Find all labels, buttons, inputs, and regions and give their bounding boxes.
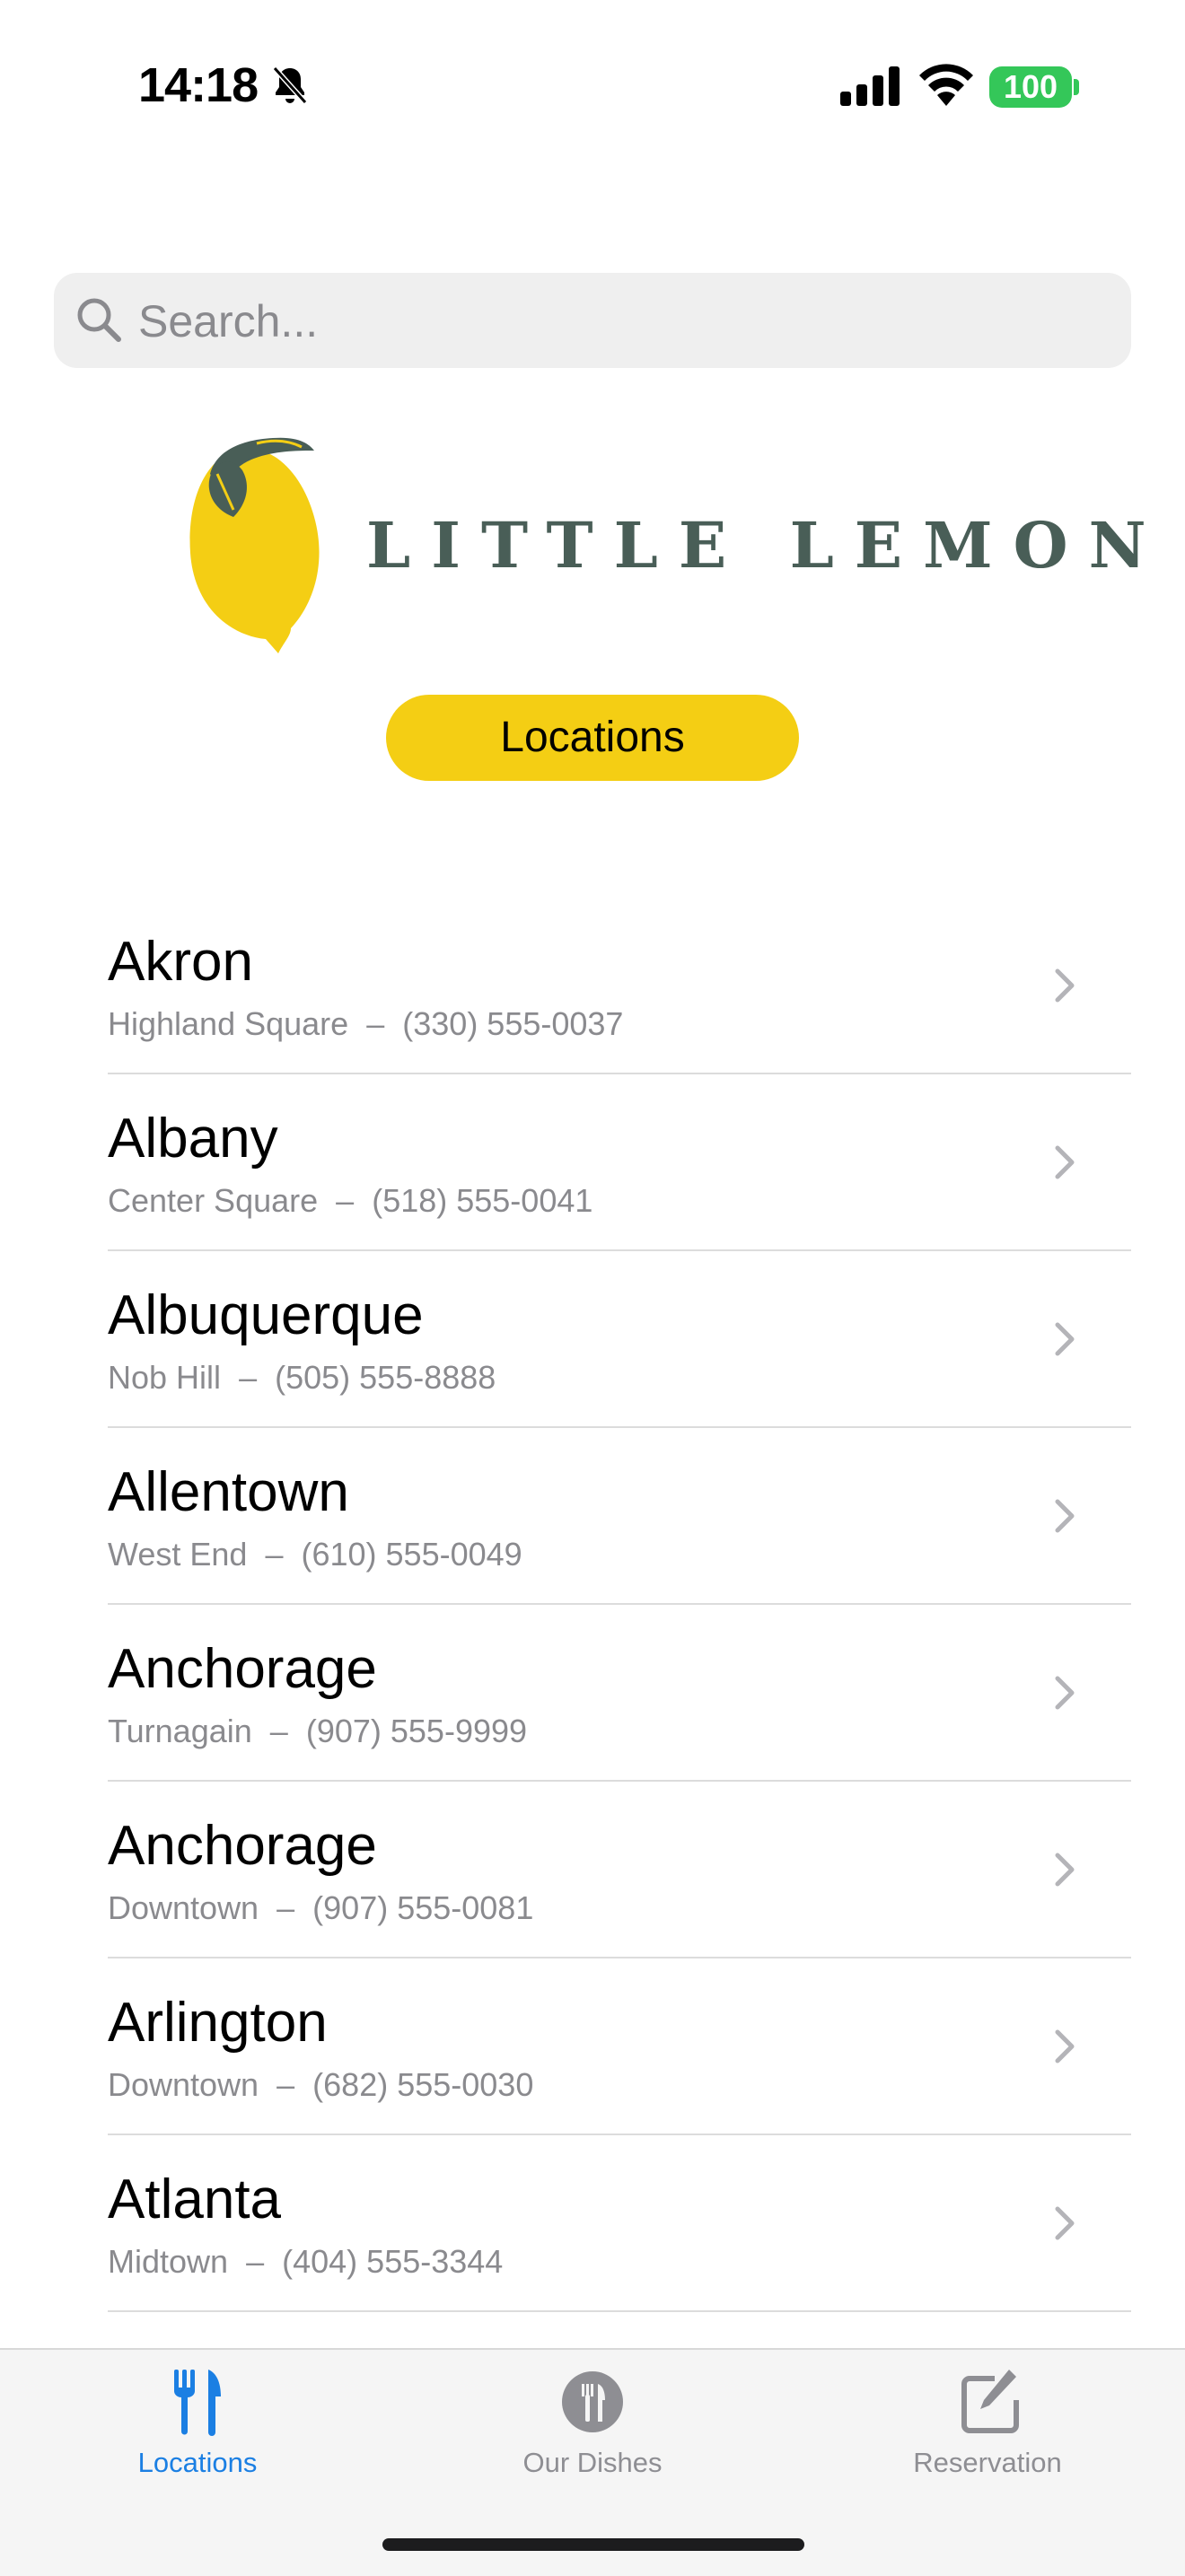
chevron-right-icon [1055,2206,1075,2240]
location-details: Turnagain – (907) 555-9999 [108,1713,528,1749]
cellular-signal-icon [840,66,900,106]
location-row-akron[interactable]: Akron Highland Square – (330) 555-0037 [0,898,1185,1074]
lemon-logo-icon [189,437,320,653]
location-details: Downtown – (907) 555-0081 [108,1889,534,1926]
location-city: Anchorage [108,1638,377,1700]
location-city: Albany [108,1108,278,1170]
tab-label-reservation: Reservation [913,2447,1062,2478]
location-details: Highland Square – (330) 555-0037 [108,1005,624,1042]
tab-locations[interactable]: Locations [63,2350,332,2478]
fork-knife-icon [174,2370,221,2436]
dishes-icon [562,2371,623,2432]
row-divider [108,2310,1131,2312]
chevron-right-icon [1055,1676,1075,1710]
location-city: Arlington [108,1992,328,2054]
locations-list: Akron Highland Square – (330) 555-0037 A… [0,898,1185,2312]
location-details: Nob Hill – (505) 555-8888 [108,1359,496,1396]
battery-indicator: 100 [989,66,1072,108]
location-row-albany[interactable]: Albany Center Square – (518) 555-0041 [0,1074,1185,1251]
location-row-anchorage-downtown[interactable]: Anchorage Downtown – (907) 555-0081 [0,1782,1185,1958]
location-city: Akron [108,931,253,993]
location-row-anchorage-turnagain[interactable]: Anchorage Turnagain – (907) 555-9999 [0,1605,1185,1782]
status-bar: 14:18 100 [0,0,1185,171]
search-icon [77,298,121,342]
location-row-albuquerque[interactable]: Albuquerque Nob Hill – (505) 555-8888 [0,1251,1185,1428]
location-details: West End – (610) 555-0049 [108,1536,522,1573]
location-row-atlanta[interactable]: Atlanta Midtown – (404) 555-3344 [0,2135,1185,2312]
tab-our-dishes[interactable]: Our Dishes [458,2350,727,2478]
status-time: 14:18 [138,58,259,112]
tab-label-locations: Locations [137,2447,258,2478]
location-details: Downtown – (682) 555-0030 [108,2066,534,2103]
battery-cap [1074,79,1079,95]
chevron-right-icon [1055,968,1075,1003]
location-city: Allentown [108,1461,349,1523]
locations-header-button[interactable]: Locations [386,695,799,781]
home-indicator[interactable] [382,2538,804,2551]
brand-wordmark: LITTLE LEMON [366,508,1167,583]
chevron-right-icon [1055,1322,1075,1356]
location-details: Midtown – (404) 555-3344 [108,2243,504,2280]
location-details: Center Square – (518) 555-0041 [108,1182,593,1219]
location-city: Anchorage [108,1815,377,1877]
chevron-right-icon [1055,1499,1075,1533]
chevron-right-icon [1055,1145,1075,1179]
search-bar[interactable] [54,273,1131,370]
location-row-arlington[interactable]: Arlington Downtown – (682) 555-0030 [0,1958,1185,2135]
tab-label-our-dishes: Our Dishes [522,2447,663,2478]
square-pencil-icon [961,2370,1019,2433]
tab-reservation[interactable]: Reservation [853,2350,1122,2478]
chevron-right-icon [1055,1853,1075,1887]
wifi-icon [919,64,973,106]
chevron-right-icon [1055,2029,1075,2063]
search-input[interactable] [136,273,1110,370]
bell-slash-icon [272,66,308,105]
location-row-allentown[interactable]: Allentown West End – (610) 555-0049 [0,1428,1185,1605]
location-city: Atlanta [108,2169,282,2230]
location-city: Albuquerque [108,1284,424,1346]
